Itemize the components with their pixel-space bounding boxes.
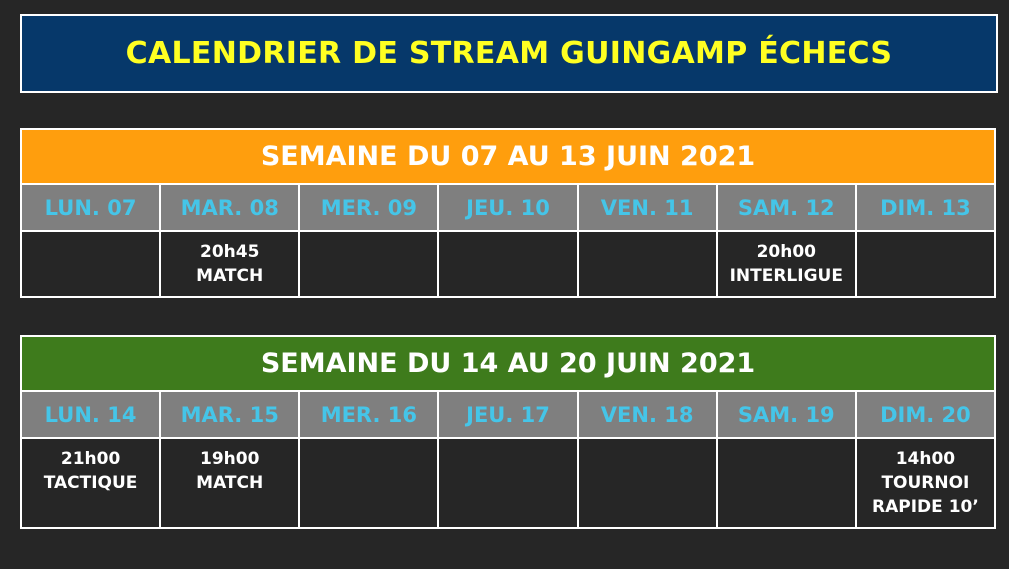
day-cell <box>856 232 996 298</box>
week-header: SEMAINE DU 14 AU 20 JUIN 2021 <box>20 335 996 390</box>
event-text: 14h00 <box>895 449 956 469</box>
day-cell <box>717 439 857 529</box>
week-header: SEMAINE DU 07 AU 13 JUIN 2021 <box>20 128 996 183</box>
day-header: SAM. 19 <box>717 392 857 439</box>
day-header: SAM. 12 <box>717 185 857 232</box>
day-cell: 19h00 MATCH <box>161 439 301 529</box>
day-cell <box>22 232 162 298</box>
event-text: 21h00 <box>60 449 121 469</box>
day-header: MER. 16 <box>300 392 440 439</box>
event-text: TOURNOI <box>881 473 970 493</box>
day-header: VEN. 18 <box>578 392 718 439</box>
day-cell <box>439 439 579 529</box>
day-header: MAR. 08 <box>161 185 301 232</box>
week-grid: LUN. 07 MAR. 08 MER. 09 JEU. 10 VEN. 11 SAM. … <box>20 183 996 298</box>
event-text: TACTIQUE <box>43 473 138 493</box>
page-title: CALENDRIER DE STREAM GUINGAMP ÉCHECS <box>125 36 893 71</box>
day-header: JEU. 10 <box>439 185 579 232</box>
calendar-title-banner: CALENDRIER DE STREAM GUINGAMP ÉCHECS <box>20 14 998 93</box>
day-cell <box>578 439 718 529</box>
day-header: LUN. 07 <box>22 185 162 232</box>
event-text: MATCH <box>196 473 264 493</box>
event-text: RAPIDE 10’ <box>872 497 979 517</box>
event-text: MATCH <box>196 266 264 286</box>
day-header: DIM. 20 <box>856 392 996 439</box>
day-header: DIM. 13 <box>856 185 996 232</box>
event-text: 20h00 <box>756 242 816 262</box>
week-grid: LUN. 14 MAR. 15 MER. 16 JEU. 17 VEN. 18 SAM. … <box>20 390 996 529</box>
day-header: MER. 09 <box>300 185 440 232</box>
week-section-2: SEMAINE DU 14 AU 20 JUIN 2021 LUN. 14 MAR… <box>20 335 996 529</box>
day-header: JEU. 17 <box>439 392 579 439</box>
day-header: LUN. 14 <box>22 392 162 439</box>
event-text: 20h45 <box>200 242 260 262</box>
week-section-1: SEMAINE DU 07 AU 13 JUIN 2021 LUN. 07 MAR… <box>20 128 996 298</box>
day-cell: 20h45 MATCH <box>161 232 301 298</box>
day-cell: 14h00 TOURNOI RAPIDE 10’ <box>856 439 996 529</box>
day-header: MAR. 15 <box>161 392 301 439</box>
day-cell <box>300 232 440 298</box>
event-text: INTERLIGUE <box>729 266 843 286</box>
day-header: VEN. 11 <box>578 185 718 232</box>
day-cell <box>300 439 440 529</box>
day-cell: 21h00 TACTIQUE <box>22 439 162 529</box>
day-cell <box>578 232 718 298</box>
event-text: 19h00 <box>200 449 260 469</box>
day-cell: 20h00 INTERLIGUE <box>717 232 857 298</box>
day-cell <box>439 232 579 298</box>
